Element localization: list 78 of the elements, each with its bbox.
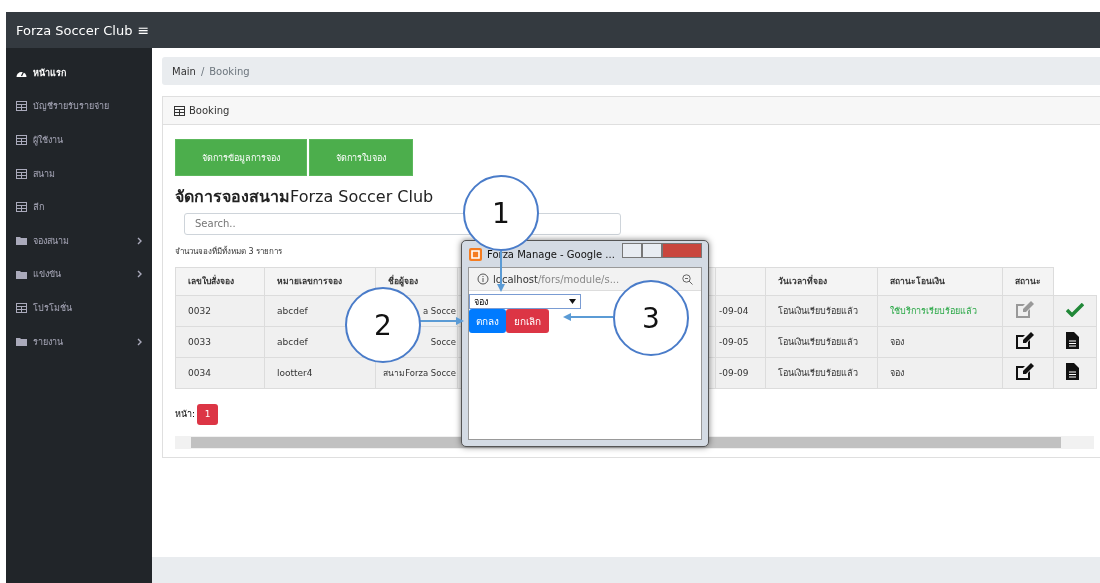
brand-title: Forza Soccer Club [16,22,133,38]
zoom-icon[interactable] [682,273,693,285]
callout-circle: 2 [345,287,421,363]
sidebar-label: ลีก [33,201,44,215]
maximize-button[interactable] [642,243,662,258]
sidebar-label: หน้าแรก [33,66,66,80]
minimize-button[interactable] [622,243,642,258]
folder-icon [16,236,27,246]
table-cell: lootter4 [264,357,376,388]
column-header: วันเวลาที่จอง [765,267,878,295]
document-icon[interactable] [1066,363,1079,380]
table-cell: -09-09 [715,357,766,388]
record-count: จำนวนจองที่มีทั้งหมด 3 รายการ [175,245,283,258]
edit-icon[interactable] [1015,331,1035,350]
sidebar-item[interactable]: บัญชีรายรับรายจ่าย [6,89,152,124]
column-header: หมายเลขการจอง [264,267,376,295]
app-logo-icon [469,247,482,261]
sidebar-label: โปรโมชั่น [33,301,72,315]
sidebar-item[interactable]: จองสนาม [6,223,152,258]
document-icon[interactable] [1066,332,1079,349]
card-title: Booking [189,105,230,116]
table-cell: 0034 [175,357,265,388]
callout-arrow [563,313,614,321]
sidebar-item[interactable]: โปรโมชั่น [6,291,152,325]
callout-circle: 3 [613,280,689,356]
table-icon [16,302,27,313]
table-cell: 0032 [175,295,265,326]
page-button[interactable]: 1 [197,403,219,425]
table-cell: จอง [877,326,1003,357]
sidebar-item[interactable]: สนาม [6,156,152,191]
callout-arrow [419,317,464,325]
ok-button[interactable]: ตกลง [469,309,506,333]
breadcrumb-item: Booking [209,65,250,77]
sidebar-label: ผู้ใช้งาน [33,134,63,147]
sidebar-label: รายงาน [33,335,63,349]
table-icon [16,202,27,213]
menu-toggle[interactable]: ≡ [137,22,150,38]
column-header: สถานะ [1002,267,1054,295]
page-label: หน้า: [175,408,196,421]
dropdown-icon [569,299,576,304]
table-icon [16,101,27,112]
info-icon[interactable] [477,273,489,285]
table-cell: โอนเงินเรียบร้อยแล้ว [765,326,878,357]
sidebar-label: แข่งขัน [33,268,61,282]
check-icon [1066,302,1084,317]
table-icon [16,168,27,179]
table-cell: -09-05 [715,326,766,357]
chevron-icon [137,236,142,245]
breadcrumb-separator: / [200,65,205,77]
cancel-button[interactable]: ยกเลิก [506,309,549,333]
folder-icon [16,269,27,279]
sidebar-label: บัญชีรายรับรายจ่าย [33,100,109,114]
sidebar-label: สนาม [33,167,55,181]
sidebar-label: จองสนาม [33,234,69,248]
chevron-icon [137,337,142,346]
column-header: เลขใบสั่งจอง [175,267,265,295]
sidebar-item[interactable]: แข่งขัน [6,257,152,292]
table-cell: จอง [877,357,1003,388]
page-heading: จัดการจองสนามForza Soccer Club [175,186,435,208]
table-cell: ใช้บริการเรียบร้อยแล้ว [877,295,1003,326]
sidebar-item[interactable]: ผู้ใช้งาน [6,123,152,157]
sidebar-item[interactable]: รายงาน [6,324,152,359]
edit-icon[interactable] [1015,362,1035,381]
sidebar-item[interactable]: หน้าแรก [6,56,152,90]
breadcrumb-item[interactable]: Main [172,65,196,77]
table-icon [16,135,27,145]
table-cell: โอนเงินเรียบร้อยแล้ว [765,357,878,388]
sidebar-item[interactable]: ลีก [6,190,152,224]
column-header: ชื่อผู้จอง [375,267,458,295]
table-icon [174,105,185,116]
folder-icon [16,337,27,347]
callout-circle: 1 [463,175,539,251]
table-cell: -09-04 [715,295,766,326]
table-cell: โอนเงินเรียบร้อยแล้ว [765,295,878,326]
column-header: สถานะโอนเงิน [877,267,1003,295]
chevron-icon [137,270,142,279]
status-select[interactable]: จอง [469,294,581,309]
table-cell: 0033 [175,326,265,357]
